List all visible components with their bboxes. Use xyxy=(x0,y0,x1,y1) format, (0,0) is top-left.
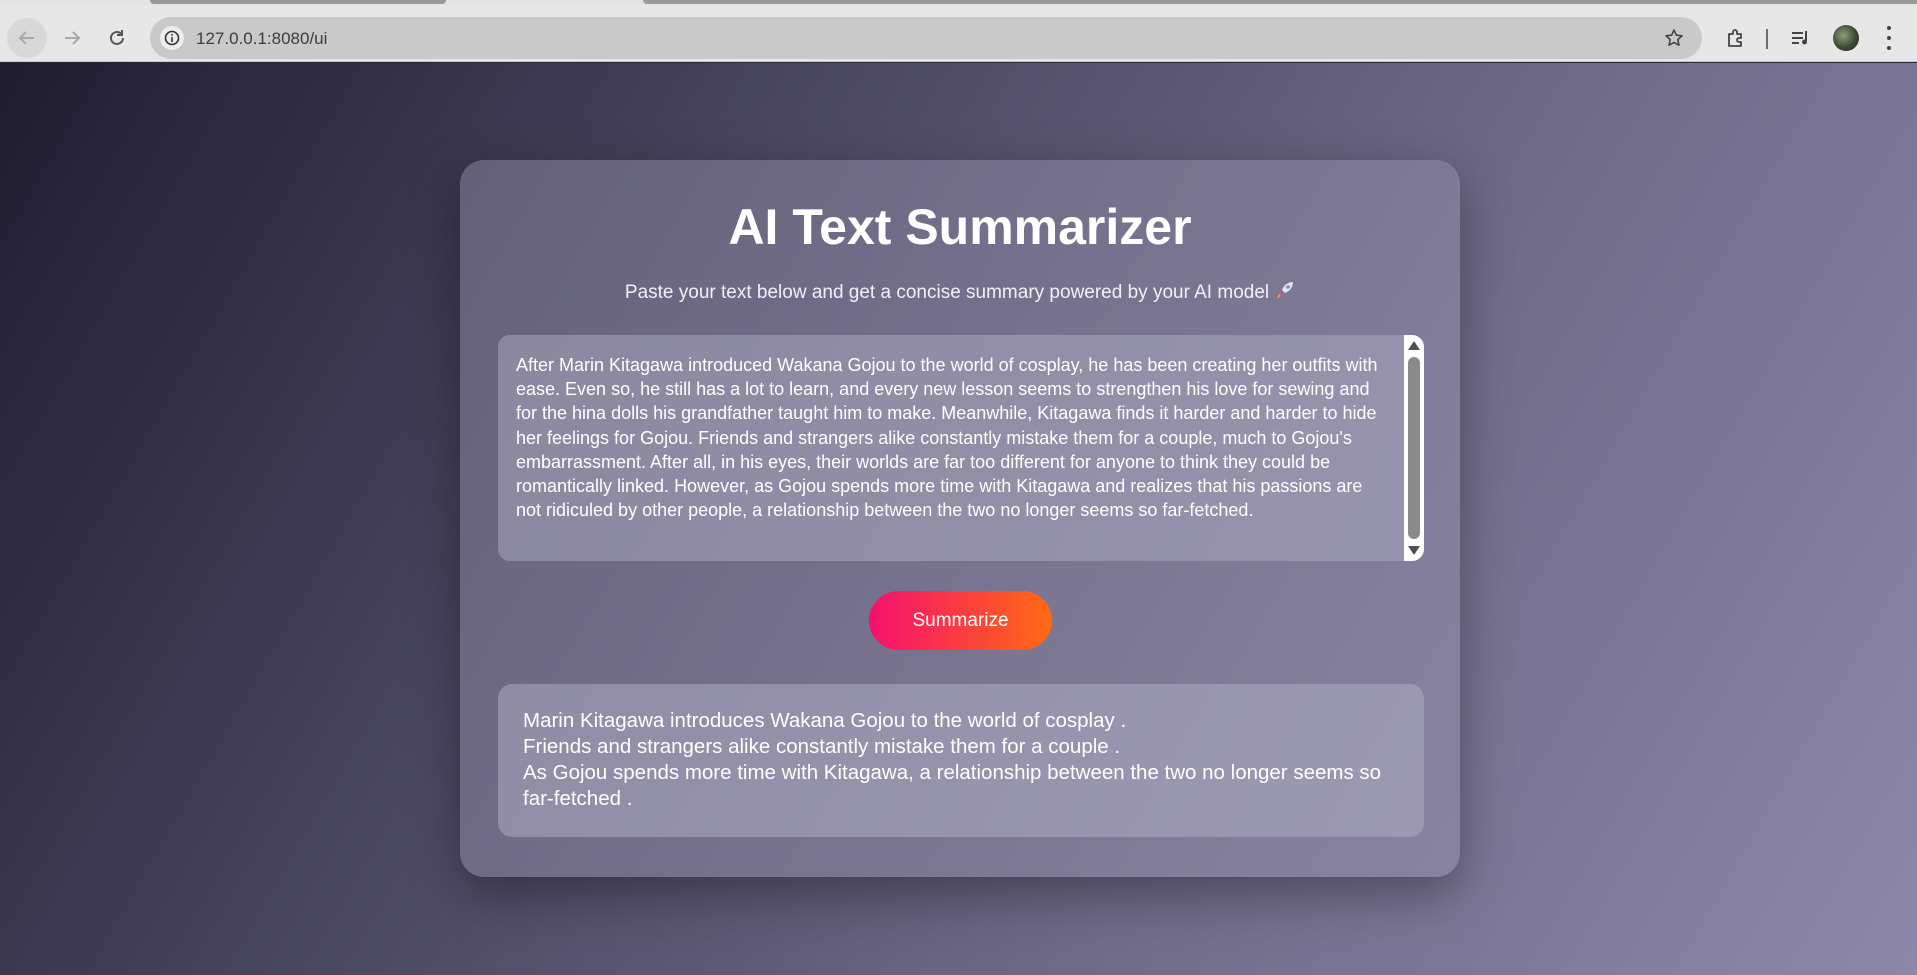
browser-tab[interactable] xyxy=(643,0,1917,4)
extensions-puzzle-icon[interactable] xyxy=(1721,23,1751,53)
reload-button[interactable] xyxy=(97,18,137,58)
arrow-right-icon xyxy=(65,31,81,45)
browser-toolbar: 127.0.0.1:8080/ui xyxy=(0,5,1917,62)
profile-avatar[interactable] xyxy=(1833,25,1859,51)
summary-lines: Marin Kitagawa introduces Wakana Gojou t… xyxy=(523,708,1403,812)
summarizer-card: AI Text Summarizer Paste your text below… xyxy=(460,160,1460,877)
input-textarea[interactable]: After Marin Kitagawa introduced Wakana G… xyxy=(498,335,1424,561)
url-text[interactable]: 127.0.0.1:8080/ui xyxy=(196,29,327,49)
summary-line: As Gojou spends more time with Kitagawa,… xyxy=(523,761,1382,810)
scrollbar-thumb[interactable] xyxy=(1408,357,1420,539)
scroll-down-arrow-icon[interactable] xyxy=(1408,546,1420,555)
scroll-up-arrow-icon[interactable] xyxy=(1408,341,1420,350)
summarize-button[interactable]: Summarize xyxy=(869,591,1052,650)
rocket-icon xyxy=(1275,280,1295,306)
page-viewport: AI Text Summarizer Paste your text below… xyxy=(0,63,1917,975)
input-text[interactable]: After Marin Kitagawa introduced Wakana G… xyxy=(516,353,1391,522)
forward-button[interactable] xyxy=(52,18,92,58)
page-title: AI Text Summarizer xyxy=(728,199,1192,255)
toolbar-divider xyxy=(1766,29,1768,49)
summary-line: Marin Kitagawa introduces Wakana Gojou t… xyxy=(523,709,1127,732)
summary-output: Marin Kitagawa introduces Wakana Gojou t… xyxy=(498,684,1424,837)
media-control-icon[interactable] xyxy=(1786,23,1816,53)
browser-tab[interactable] xyxy=(150,0,446,4)
site-info-icon[interactable] xyxy=(160,26,184,50)
subtitle-text: Paste your text below and get a concise … xyxy=(624,282,1270,303)
textarea-scrollbar[interactable] xyxy=(1404,335,1424,561)
address-bar[interactable]: 127.0.0.1:8080/ui xyxy=(150,17,1702,59)
page-subtitle: Paste your text below and get a concise … xyxy=(460,280,1460,306)
bookmark-star-icon[interactable] xyxy=(1662,26,1686,50)
summary-line: Friends and strangers alike constantly m… xyxy=(523,735,1121,758)
back-button[interactable] xyxy=(7,18,47,58)
browser-menu-icon[interactable] xyxy=(1883,26,1895,50)
reload-icon xyxy=(110,30,124,45)
arrow-left-icon xyxy=(18,31,34,45)
